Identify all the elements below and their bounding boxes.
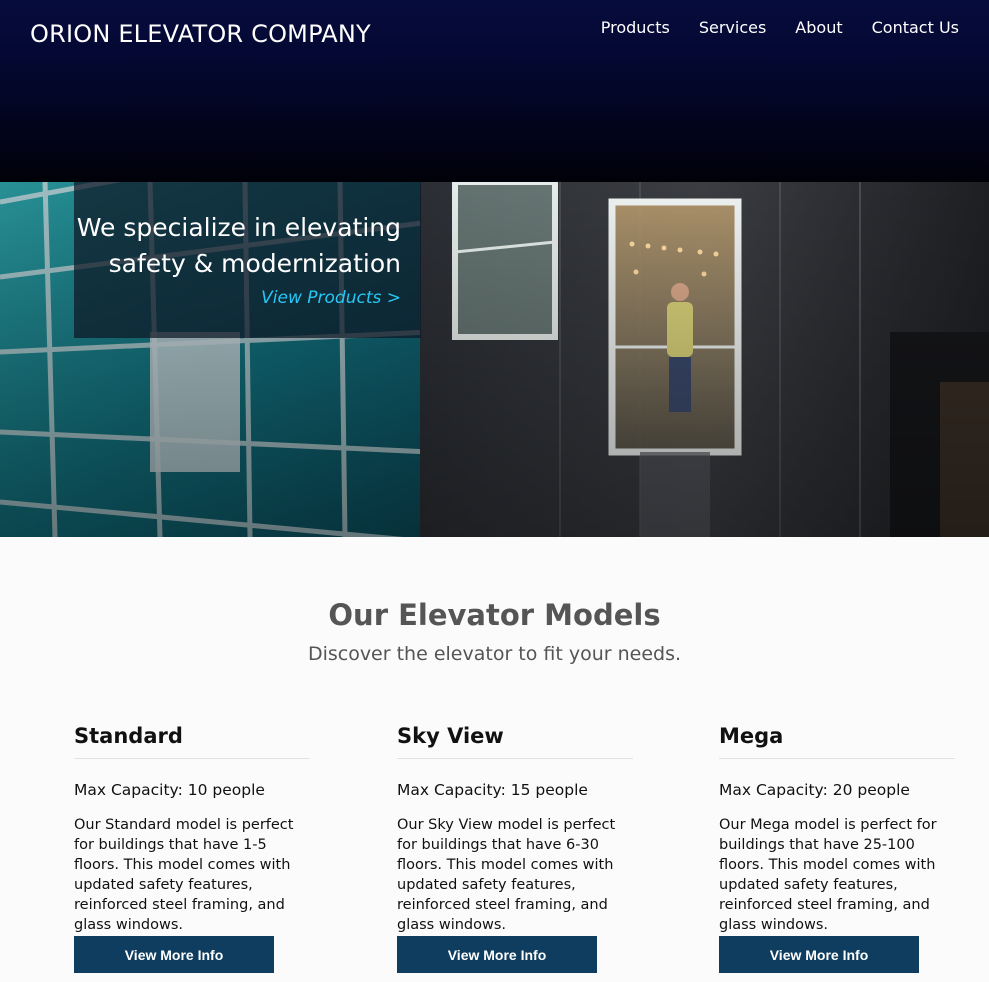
- nav-products[interactable]: Products: [601, 18, 670, 37]
- model-name: Mega: [719, 724, 955, 759]
- view-more-info-button[interactable]: View More Info: [74, 936, 274, 973]
- model-name: Standard: [74, 724, 310, 759]
- nav-about[interactable]: About: [795, 18, 842, 37]
- model-card-mega: Mega Max Capacity: 20 people Our Mega mo…: [719, 724, 955, 973]
- model-description: Our Standard model is perfect for buildi…: [74, 817, 294, 933]
- hero-callout: We specialize in elevating safety & mode…: [74, 182, 421, 338]
- view-more-info-button[interactable]: View More Info: [397, 936, 597, 973]
- section-title: Our Elevator Models: [328, 598, 661, 632]
- nav-services[interactable]: Services: [699, 18, 766, 37]
- model-card-sky-view: Sky View Max Capacity: 15 people Our Sky…: [397, 724, 633, 973]
- view-products-link[interactable]: View Products >: [261, 288, 401, 308]
- model-capacity: Max Capacity: 15 people: [397, 781, 588, 799]
- nav-contact-us[interactable]: Contact Us: [872, 18, 959, 37]
- model-description: Our Sky View model is perfect for buildi…: [397, 817, 616, 933]
- view-more-info-button[interactable]: View More Info: [719, 936, 919, 973]
- model-description: Our Mega model is perfect for buildings …: [719, 817, 937, 933]
- section-subtitle: Discover the elevator to fit your needs.: [307, 643, 682, 665]
- main-nav: Products Services About Contact Us: [601, 18, 959, 37]
- site-header: ORION ELEVATOR COMPANY Products Services…: [0, 0, 989, 182]
- model-name: Sky View: [397, 724, 633, 759]
- model-capacity: Max Capacity: 10 people: [74, 781, 265, 799]
- model-capacity: Max Capacity: 20 people: [719, 781, 910, 799]
- model-card-standard: Standard Max Capacity: 10 people Our Sta…: [74, 724, 310, 973]
- brand-logo-text[interactable]: ORION ELEVATOR COMPANY: [30, 20, 371, 48]
- hero-heading-line-2: safety & modernization: [108, 249, 401, 278]
- hero-heading-line-1: We specialize in elevating: [76, 213, 401, 242]
- hero-banner: We specialize in elevating safety & mode…: [0, 182, 989, 537]
